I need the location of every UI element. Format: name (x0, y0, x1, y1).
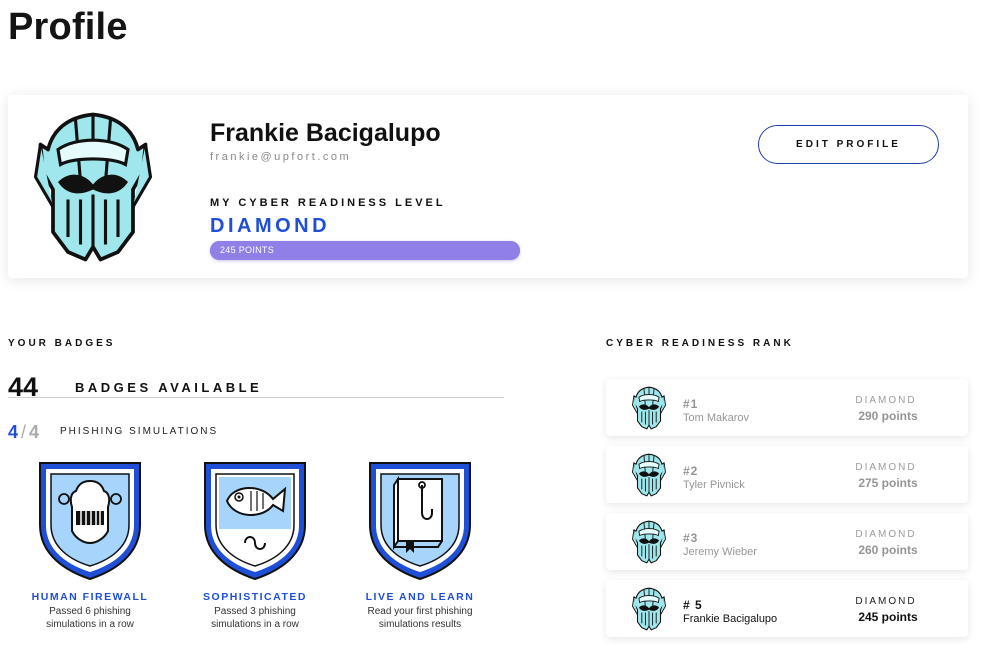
knight-helmet-icon (631, 520, 667, 564)
rank-row-current-user[interactable]: # 5 Frankie Bacigalupo DIAMOND 245 point… (606, 580, 968, 637)
phishing-total: 4 (29, 422, 40, 442)
badge-live-and-learn[interactable]: LIVE AND LEARN Read your first phishing … (350, 455, 490, 631)
phishing-separator: / (21, 422, 27, 442)
rank-user-name: Jeremy Wieber (683, 546, 757, 558)
badges-section-label: YOUR BADGES (8, 338, 116, 349)
badge-description: Passed 3 phishing simulations in a row (211, 606, 299, 630)
rank-number: #3 (683, 531, 699, 545)
rank-tier: DIAMOND (855, 395, 917, 406)
user-email: frankie@upfort.com (210, 151, 352, 163)
page-title: Profile (8, 6, 128, 48)
points-progress-bar: 245 POINTS (210, 241, 520, 260)
badge-description: Passed 6 phishing simulations in a row (46, 606, 134, 630)
rank-points: 290 points (858, 409, 918, 423)
fish-shield-icon (204, 462, 306, 581)
badge-name: HUMAN FIREWALL (31, 591, 149, 603)
rank-user-name: Frankie Bacigalupo (683, 613, 778, 625)
rank-tier: DIAMOND (855, 596, 917, 607)
knight-helmet-icon (631, 587, 667, 631)
profile-card: Frankie Bacigalupo frankie@upfort.com MY… (8, 95, 968, 278)
knight-helmet-icon (631, 386, 667, 430)
rank-section-label: CYBER READINESS RANK (606, 338, 794, 349)
rank-tier: DIAMOND (855, 529, 917, 540)
phishing-progress: 4/4 (8, 422, 39, 443)
rank-user-name: Tyler Pivnick (683, 479, 745, 491)
rank-number: #1 (683, 397, 699, 411)
rank-points: 275 points (858, 476, 918, 490)
edit-profile-button[interactable]: EDIT PROFILE (758, 125, 939, 164)
book-hook-shield-icon (369, 462, 471, 581)
knight-shield-icon (39, 462, 141, 581)
rank-number: #2 (683, 464, 699, 478)
readiness-level: DIAMOND (210, 215, 331, 237)
rank-tier: DIAMOND (855, 462, 917, 473)
rank-row[interactable]: #1 Tom Makarov DIAMOND 290 points (606, 379, 968, 436)
rank-points: 260 points (858, 543, 918, 557)
phishing-current: 4 (8, 422, 19, 442)
points-text: 245 POINTS (220, 245, 275, 255)
badge-name: LIVE AND LEARN (365, 591, 475, 603)
divider (8, 397, 504, 398)
knight-helmet-icon (631, 453, 667, 497)
badge-description: Read your first phishing simulations res… (367, 606, 473, 630)
rank-user-name: Tom Makarov (683, 412, 750, 424)
rank-row[interactable]: #2 Tyler Pivnick DIAMOND 275 points (606, 446, 968, 503)
user-name: Frankie Bacigalupo (210, 119, 441, 147)
badges-available-label: BADGES AVAILABLE (75, 380, 263, 395)
phishing-label: PHISHING SIMULATIONS (60, 426, 219, 437)
badge-sophisticated[interactable]: SOPHISTICATED Passed 3 phishing simulati… (185, 455, 325, 631)
badge-human-firewall[interactable]: HUMAN FIREWALL Passed 6 phishing simulat… (20, 455, 160, 631)
rank-number: # 5 (683, 598, 703, 612)
rank-points: 245 points (858, 610, 918, 624)
knight-helmet-icon (33, 112, 153, 262)
badges-count: 44 (8, 372, 39, 402)
badge-name: SOPHISTICATED (203, 591, 307, 603)
readiness-label: MY CYBER READINESS LEVEL (210, 197, 446, 209)
rank-row[interactable]: #3 Jeremy Wieber DIAMOND 260 points (606, 513, 968, 570)
